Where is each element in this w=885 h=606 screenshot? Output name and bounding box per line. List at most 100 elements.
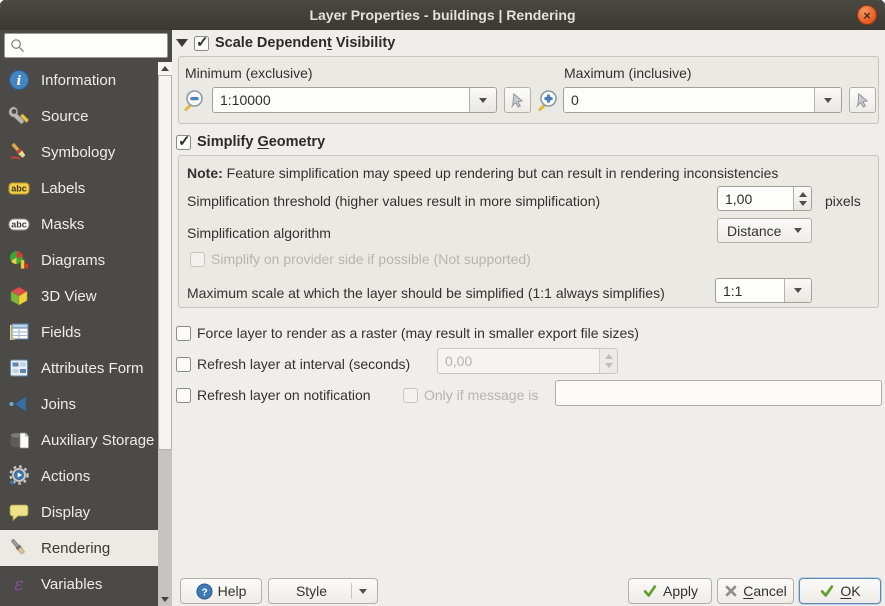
algorithm-dropdown[interactable]: Distance (717, 218, 812, 243)
threshold-spin-buttons[interactable] (793, 187, 811, 210)
sidebar-item-label: Joins (41, 395, 77, 413)
sidebar-item-3d-view[interactable]: 3D View (0, 278, 158, 314)
sidebar-searchbox[interactable] (4, 33, 168, 58)
sidebar-item-label: Actions (41, 467, 91, 485)
provider-simplify-row: Simplify on provider side if possible (N… (190, 251, 531, 267)
scrollbar-up-button[interactable] (158, 62, 172, 75)
maximum-scale-input[interactable] (564, 88, 814, 112)
maximum-scale-combo[interactable] (563, 87, 842, 113)
help-button[interactable]: ? Help (180, 578, 262, 604)
svg-text:i: i (17, 74, 22, 89)
minimum-scale-dropdown-button[interactable] (469, 88, 496, 112)
sidebar-item-label: Fields (41, 323, 82, 341)
maximum-scale-dropdown-button[interactable] (814, 88, 841, 112)
close-button[interactable]: × (857, 5, 877, 25)
3d-view-icon (8, 285, 30, 307)
actions-icon (8, 465, 30, 487)
window-title: Layer Properties - buildings | Rendering (309, 7, 576, 23)
max-simplify-scale-dropdown-button[interactable] (784, 279, 811, 302)
style-button[interactable]: Style (268, 578, 378, 604)
titlebar[interactable]: Layer Properties - buildings | Rendering… (0, 0, 885, 30)
sidebar-item-label: Display (41, 503, 91, 521)
sidebar-nav: i Information Source Symbology abc Label… (0, 62, 158, 606)
svg-text:?: ? (201, 587, 207, 598)
scale-groupbox: Minimum (exclusive) Maximum (inclusive) (178, 56, 879, 124)
sidebar-item-variables[interactable]: ε Variables (0, 566, 158, 602)
sidebar-item-joins[interactable]: Joins (0, 386, 158, 422)
apply-button[interactable]: Apply (628, 578, 712, 604)
info-icon: i (8, 69, 30, 91)
help-icon: ? (196, 582, 213, 600)
set-max-to-current-scale-button[interactable] (849, 87, 876, 113)
chevron-down-icon (794, 228, 802, 233)
sidebar-item-label: Variables (41, 575, 103, 593)
close-icon: × (863, 7, 871, 23)
force-raster-checkbox[interactable] (176, 325, 191, 341)
variables-icon: ε (8, 573, 30, 595)
sidebar-item-diagrams[interactable]: Diagrams (0, 242, 158, 278)
simplify-geometry-checkbox[interactable] (176, 132, 191, 150)
sidebar-item-label: Masks (41, 215, 85, 233)
simplify-section-header: Simplify Geometry (176, 132, 325, 150)
sidebar: i Information Source Symbology abc Label… (0, 30, 172, 606)
ok-button[interactable]: OK (799, 578, 881, 604)
scale-section-title: Scale Dependent Visibility (215, 35, 396, 51)
max-simplify-scale-combo[interactable] (715, 278, 812, 303)
minimum-scale-combo[interactable] (212, 87, 497, 113)
button-separator (351, 583, 352, 599)
sidebar-item-masks[interactable]: abc Masks (0, 206, 158, 242)
cancel-button[interactable]: Cancel (717, 578, 794, 604)
spin-down-icon (798, 200, 807, 206)
chevron-down-icon (359, 588, 367, 594)
spin-up-icon (604, 354, 613, 359)
set-min-to-current-scale-button[interactable] (504, 87, 531, 113)
threshold-label: Simplification threshold (higher values … (187, 193, 601, 209)
symbology-icon (8, 141, 30, 163)
masks-icon: abc (8, 213, 30, 235)
threshold-spinbox[interactable] (717, 186, 812, 211)
sidebar-scrollbar[interactable] (158, 62, 172, 606)
refresh-interval-input (438, 349, 599, 373)
sidebar-item-attributes-form[interactable]: Attributes Form (0, 350, 158, 386)
sidebar-item-information[interactable]: i Information (0, 62, 158, 98)
sidebar-item-display[interactable]: Display (0, 494, 158, 530)
sidebar-search-input[interactable] (29, 37, 162, 54)
minimum-scale-input[interactable] (213, 88, 469, 112)
threshold-input[interactable] (718, 187, 793, 210)
collapse-triangle-icon[interactable] (176, 39, 188, 47)
refresh-interval-spinbox (437, 348, 618, 374)
triangle-up-icon (161, 66, 169, 71)
sidebar-item-source[interactable]: Source (0, 98, 158, 134)
sidebar-item-labels[interactable]: abc Labels (0, 170, 158, 206)
only-if-message-label: Only if message is (424, 387, 539, 403)
display-icon (8, 501, 30, 523)
threshold-unit-label: pixels (825, 193, 861, 209)
refresh-interval-row: Refresh layer at interval (seconds) (176, 356, 410, 372)
scrollbar-thumb[interactable] (158, 75, 172, 450)
refresh-interval-spin-buttons (599, 349, 617, 373)
sidebar-item-actions[interactable]: Actions (0, 458, 158, 494)
max-simplify-scale-input[interactable] (716, 279, 784, 302)
sidebar-item-auxiliary-storage[interactable]: Auxiliary Storage (0, 422, 158, 458)
chevron-down-icon (824, 97, 832, 103)
max-simplify-scale-label: Maximum scale at which the layer should … (187, 285, 665, 301)
sidebar-item-fields[interactable]: Fields (0, 314, 158, 350)
refresh-interval-checkbox[interactable] (176, 356, 191, 372)
provider-simplify-label: Simplify on provider side if possible (N… (211, 251, 531, 267)
only-if-message-row: Only if message is (403, 387, 538, 403)
sidebar-item-rendering[interactable]: Rendering (0, 530, 158, 566)
sidebar-item-symbology[interactable]: Symbology (0, 134, 158, 170)
refresh-notification-checkbox[interactable] (176, 387, 191, 403)
sidebar-item-label: Labels (41, 179, 86, 197)
joins-icon (8, 393, 30, 415)
scale-visibility-checkbox[interactable] (194, 33, 209, 51)
fields-icon (8, 321, 30, 343)
notification-message-field (555, 380, 882, 406)
zoom-in-icon (538, 90, 557, 112)
scrollbar-down-button[interactable] (158, 593, 172, 606)
only-if-message-checkbox (403, 387, 418, 403)
sidebar-item-label: Auxiliary Storage (41, 431, 155, 449)
auxiliary-storage-icon (8, 429, 30, 451)
sidebar-item-label: Source (41, 107, 89, 125)
sidebar-item-label: Information (41, 71, 117, 89)
